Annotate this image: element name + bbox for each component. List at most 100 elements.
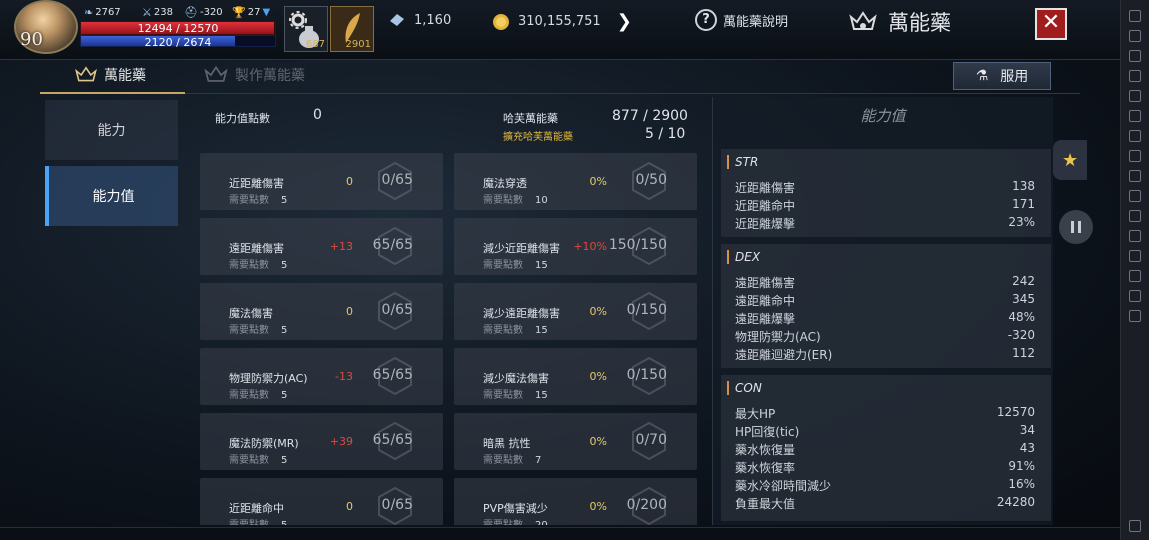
pause-button[interactable] [1059, 210, 1093, 244]
toolbar-icon[interactable] [1129, 110, 1141, 122]
toolbar-icon[interactable] [1129, 310, 1141, 322]
stat-card[interactable]: 魔法穿透 需要點數 10 0% 0/50 [454, 153, 697, 210]
stat-row-label: 近距離傷害 [735, 181, 796, 195]
crystal-icon [390, 14, 404, 26]
stat-row-label: 藥水恢復量 [735, 443, 796, 457]
settings-potion-slot[interactable]: 687 [284, 6, 328, 52]
stat-attack: ⚔ 238 [142, 6, 173, 19]
required-points: 需要點數 10 [483, 191, 548, 206]
stat-card[interactable]: 減少魔法傷害 需要點數 15 0% 0/150 [454, 348, 697, 405]
crystal-currency: 1,160 [388, 11, 451, 29]
stat-progress: 0/65 [381, 497, 413, 513]
star-icon: ★ [1062, 150, 1079, 171]
required-points-label: 需要點數 [483, 195, 523, 206]
tab-elixir[interactable]: 萬能藥 [74, 64, 146, 86]
stat-row: 近距離傷害 138 [735, 179, 1035, 197]
stat-row: 藥水冷卻時間減少 16% [735, 477, 1035, 495]
tab-bar: 萬能藥 製作萬能藥 [40, 60, 1080, 96]
required-points-value: 5 [281, 195, 288, 206]
stat-card[interactable]: 魔法防禦(MR) 需要點數 5 +39 65/65 [200, 413, 443, 470]
toolbar-icon[interactable] [1129, 210, 1141, 222]
helmet-icon: ⛑ [184, 6, 198, 19]
pause-icon [1071, 221, 1074, 233]
stat-row: 近距離命中 171 [735, 197, 1035, 215]
toolbar-icon[interactable] [1129, 130, 1141, 142]
tab-craft-elixir[interactable]: 製作萬能藥 [203, 64, 305, 86]
stat-row-label: 遠距離傷害 [735, 276, 796, 290]
required-points: 需要點數 5 [229, 256, 287, 271]
toolbar-icon[interactable] [1129, 70, 1141, 82]
stat-card[interactable]: 減少遠距離傷害 需要點數 15 0% 0/150 [454, 283, 697, 340]
stat-group-header: CON [727, 381, 762, 395]
required-points-label: 需要點數 [483, 325, 523, 336]
dropdown-icon[interactable]: ▼ [262, 7, 270, 18]
toolbar-icon[interactable] [1129, 10, 1141, 22]
stat-card[interactable]: 物理防禦力(AC) 需要點數 5 -13 65/65 [200, 348, 443, 405]
stat-row-value: 23% [1008, 215, 1035, 229]
wing-icon: ❧ [84, 6, 94, 19]
sidebar-item-stats[interactable]: 能力值 [45, 166, 178, 226]
toolbar-icon[interactable] [1129, 290, 1141, 302]
stat-row-label: 遠距離迴避力(ER) [735, 348, 833, 362]
stat-card[interactable]: 近距離傷害 需要點數 5 0 0/65 [200, 153, 443, 210]
stat-row: 近距離爆擊 23% [735, 215, 1035, 233]
stat-group-str: STR 近距離傷害 138 近距離命中 171 近距離爆擊 23% [721, 149, 1051, 237]
required-points-label: 需要點數 [483, 390, 523, 401]
settings-gear-icon[interactable] [1129, 520, 1141, 532]
toolbar-icon[interactable] [1129, 90, 1141, 102]
hp-bar: 12494 / 12570 [80, 21, 276, 35]
required-points-value: 20 [535, 520, 548, 525]
required-points: 需要點數 15 [483, 386, 548, 401]
stat-card[interactable]: 遠距離傷害 需要點數 5 +13 65/65 [200, 218, 443, 275]
gold-currency: 310,155,751 ❯ [492, 11, 632, 32]
stat-card[interactable]: 近距離命中需要點數500/65 [200, 478, 443, 525]
sidebar: 能力 能力值 [45, 100, 178, 232]
game-screen: 90 ❧ 2767 ⚔ 238 ⛑ -320 🏆 27 ▼ 12494 / 12570 2… [0, 0, 1120, 540]
stat-row: 遠距離迴避力(ER) 112 [735, 346, 1035, 364]
toolbar-icon[interactable] [1129, 170, 1141, 182]
stat-row-label: 藥水恢復率 [735, 461, 796, 475]
stat-group-header: STR [727, 155, 758, 169]
close-button[interactable]: ✕ [1035, 8, 1067, 40]
stat-row-label: 最大HP [735, 407, 776, 421]
toolbar-icon[interactable] [1129, 50, 1141, 62]
required-points-value: 7 [535, 455, 542, 466]
required-points-value: 5 [281, 455, 288, 466]
required-points-value: 5 [281, 325, 288, 336]
elixir-slot[interactable]: 2901 [330, 6, 374, 52]
stat-name: 魔法防禦(MR) [229, 437, 299, 450]
required-points: 需要點數 5 [229, 451, 287, 466]
stat-progress: 0/65 [381, 172, 413, 188]
stat-name: 近距離傷害 [229, 177, 284, 190]
stat-power: ❧ 2767 [84, 6, 121, 19]
gold-coin-icon [493, 13, 509, 30]
stat-name: PVP傷害減少 [483, 502, 548, 515]
stat-card[interactable]: 魔法傷害 需要點數 5 0 0/65 [200, 283, 443, 340]
stat-card[interactable]: PVP傷害減少需要點數200%0/200 [454, 478, 697, 525]
stat-row-value: 242 [1012, 274, 1035, 288]
use-elixir-button[interactable]: ⚗ 服用 [953, 62, 1051, 90]
trophy-icon: 🏆 [232, 6, 246, 19]
stat-name: 近距離命中 [229, 502, 284, 515]
stat-row-value: 112 [1012, 346, 1035, 360]
active-tab-indicator [40, 92, 185, 94]
stat-group-dex: DEX 遠距離傷害 242 遠距離命中 345 遠距離爆擊 48% 物理防禦力(AC) -320… [721, 244, 1051, 368]
elixir-help-button[interactable]: ? 萬能藥說明 [695, 9, 788, 31]
stat-card[interactable]: 暗黑 抗性 需要點數 7 0% 0/70 [454, 413, 697, 470]
toolbar-icon[interactable] [1129, 150, 1141, 162]
required-points-value: 15 [535, 390, 548, 401]
toolbar-icon[interactable] [1129, 190, 1141, 202]
toolbar-icon[interactable] [1129, 30, 1141, 42]
stats-panel-title: 能力值 [860, 107, 906, 125]
mp-bar: 2120 / 2674 [80, 35, 276, 49]
sidebar-item-ability[interactable]: 能力 [45, 100, 178, 160]
toolbar-icon[interactable] [1129, 250, 1141, 262]
favorite-button[interactable]: ★ [1053, 140, 1087, 180]
stat-row: 遠距離傷害 242 [735, 274, 1035, 292]
stat-card[interactable]: 減少近距離傷害 需要點數 15 +10% 150/150 [454, 218, 697, 275]
toolbar-icon[interactable] [1129, 230, 1141, 242]
chevron-right-icon[interactable]: ❯ [617, 11, 632, 32]
points-label: 能力值點數 [215, 112, 270, 125]
toolbar-icon[interactable] [1129, 270, 1141, 282]
stat-progress: 0/150 [626, 367, 667, 383]
